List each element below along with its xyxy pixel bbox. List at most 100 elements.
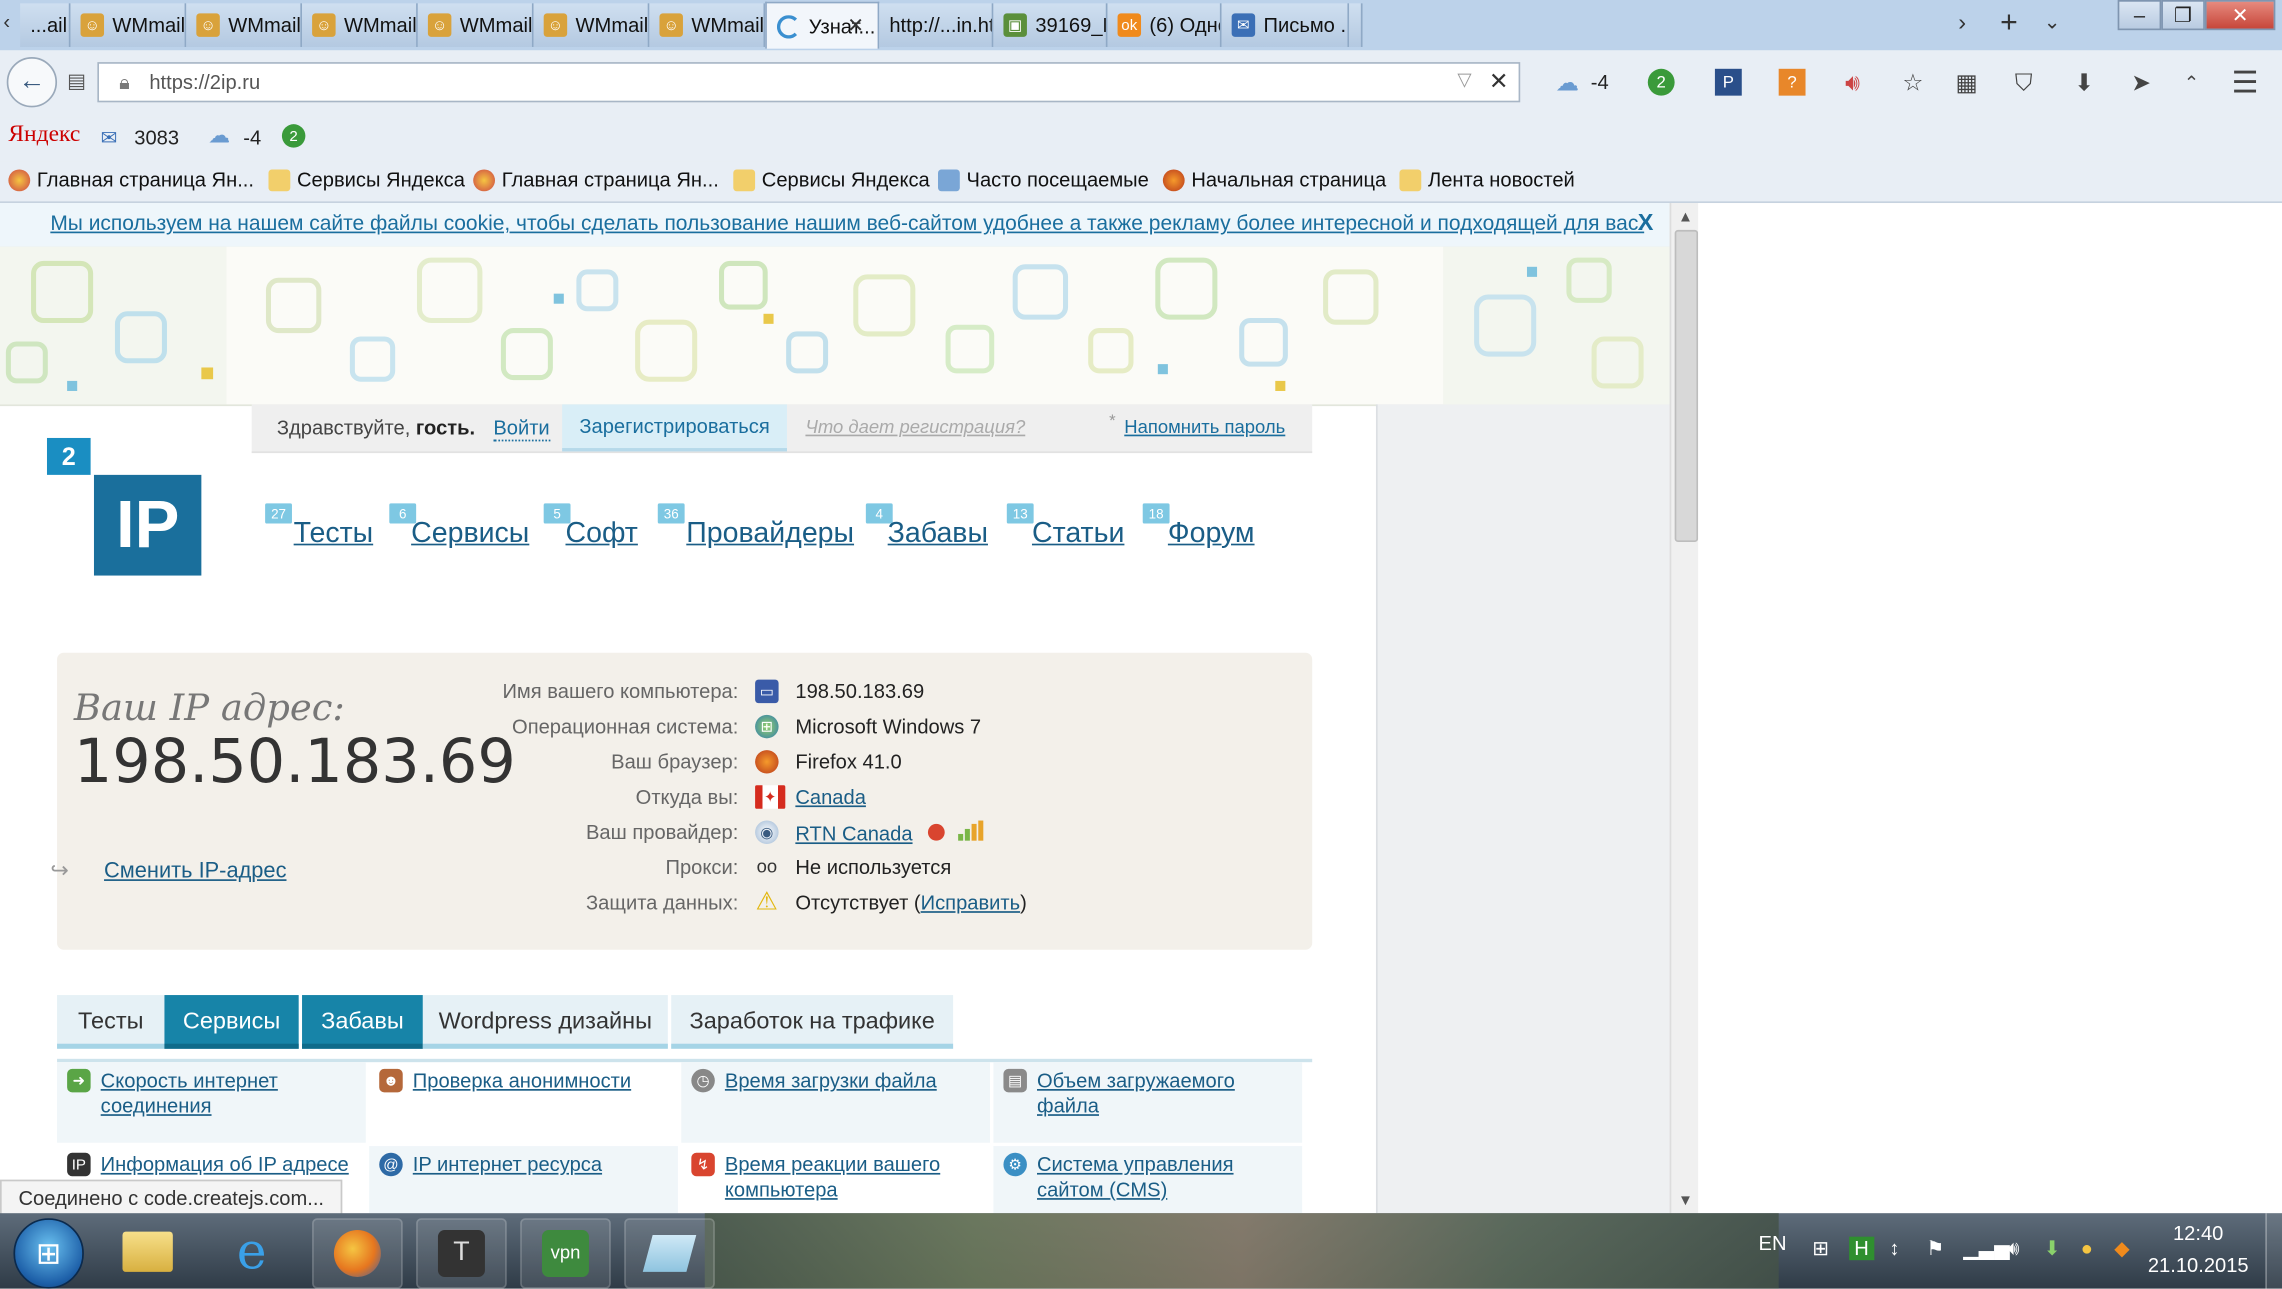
notes-app[interactable] (624, 1218, 715, 1289)
reading-list-icon[interactable]: ▦ (1950, 65, 1984, 99)
tab-wordpress[interactable]: Wordpress дизайны (422, 995, 668, 1049)
bookmark-star-icon[interactable]: ☆ (1896, 65, 1930, 99)
show-desktop-button[interactable] (2265, 1213, 2282, 1289)
bookmark-item[interactable]: Сервисы Яндекса (268, 168, 465, 191)
bookmark-item[interactable]: Главная страница Ян... (473, 168, 719, 191)
game-app[interactable]: T (416, 1218, 507, 1289)
close-tab-icon[interactable]: ✕ (847, 13, 864, 36)
bookmark-item[interactable]: Часто посещаемые (938, 168, 1149, 191)
language-indicator[interactable]: EN (1759, 1232, 1787, 1255)
bookmark-item[interactable]: Сервисы Яндекса (733, 168, 930, 191)
menu-icon[interactable]: ☰ (2228, 65, 2262, 99)
scroll-down-icon[interactable]: ▼ (1671, 1186, 1700, 1213)
close-window-button[interactable]: ✕ (2204, 0, 2276, 31)
cookie-close-button[interactable]: X (1638, 208, 1654, 235)
yandex-tray-icon[interactable]: ● (2081, 1237, 2093, 1260)
clock-date[interactable]: 21.10.2015 (2148, 1253, 2249, 1276)
nav-services[interactable]: Сервисы (411, 517, 529, 551)
status-ok-icon[interactable]: 2 (1644, 65, 1678, 99)
nav-fun[interactable]: Забавы (888, 517, 988, 551)
back-button[interactable]: ← (6, 57, 58, 108)
start-button[interactable]: ⊞ (13, 1218, 84, 1289)
country-link[interactable]: Canada (795, 785, 866, 808)
tab-scroll-right-icon[interactable]: › (1958, 8, 1966, 35)
remind-password-link[interactable]: Напомнить пароль (1124, 418, 1285, 438)
signal-icon[interactable]: ▁▃▅ (1963, 1237, 2009, 1260)
network-activity-icon[interactable]: ↕ (1889, 1237, 1899, 1260)
signal-bars-icon[interactable] (957, 820, 983, 841)
extension-orange-icon[interactable]: ? (1775, 65, 1809, 99)
bookmark-item[interactable]: Начальная страница (1162, 168, 1386, 191)
ie-app[interactable]: e (208, 1218, 295, 1285)
login-link[interactable]: Войти (493, 416, 550, 442)
firefox-app[interactable] (312, 1218, 403, 1289)
nav-articles[interactable]: Статьи (1032, 517, 1124, 551)
windows-flag-icon[interactable]: ⊞ (1812, 1237, 1829, 1260)
nav-soft[interactable]: Софт (565, 517, 637, 551)
url-bar[interactable]: 🔒︎ https://2ip.ru ▽ ✕ (97, 62, 1521, 103)
browser-tab[interactable]: http://...in.html (879, 3, 994, 47)
tray-app-icon[interactable]: ◆ (2114, 1237, 2129, 1260)
nav-providers[interactable]: Провайдеры (686, 517, 854, 551)
service-item[interactable]: ☻ Проверка анонимности (369, 1062, 678, 1143)
page-info-icon[interactable]: ▤ (67, 69, 86, 92)
security-icon[interactable]: ⬇ (2044, 1237, 2061, 1260)
browser-tab[interactable]: ☺ WMmail... (533, 3, 650, 47)
browser-tab[interactable]: ☺ WMmail... (302, 3, 418, 47)
download-icon[interactable]: ⬇ (2067, 65, 2101, 99)
scroll-thumb[interactable] (1674, 229, 1699, 542)
stop-icon[interactable]: ✕ (1489, 67, 1509, 96)
browser-tab-active[interactable]: Узнат... ✕ (765, 1, 880, 49)
restore-button[interactable]: ❐ (2161, 0, 2205, 31)
parking-icon[interactable]: P (1712, 65, 1746, 99)
service-item[interactable]: ➜ Скорость интернет соединения (57, 1062, 366, 1143)
chevron-up-icon[interactable]: ⌃ (2175, 65, 2209, 99)
nav-forum[interactable]: Форум (1168, 517, 1255, 551)
tab-list-icon[interactable]: ⌄ (2044, 10, 2061, 33)
url-history-dropdown-icon[interactable]: ▽ (1457, 69, 1471, 90)
mail-icon[interactable]: ✉ (101, 126, 118, 149)
browser-tab[interactable]: ok (6) Одно... (1107, 3, 1222, 47)
tab-fun[interactable]: Забавы (302, 995, 423, 1049)
vertical-scrollbar[interactable]: ▲ ▼ (1669, 203, 1700, 1214)
tab-scroll-left[interactable]: ‹ (3, 10, 10, 33)
tab-traffic[interactable]: Заработок на трафике (671, 995, 954, 1049)
service-item[interactable]: ◷ Время загрузки файла (681, 1062, 991, 1143)
browser-tab[interactable] (1349, 3, 1363, 47)
speaker-icon[interactable]: 🔊︎ (1836, 65, 1870, 99)
new-tab-icon[interactable]: + (2000, 5, 2018, 40)
browser-tab[interactable]: ☺ WMmail... (186, 3, 303, 47)
tab-services[interactable]: Сервисы (164, 995, 299, 1049)
cookie-banner-text[interactable]: Мы используем на нашем сайте файлы cooki… (50, 211, 1644, 234)
provider-link[interactable]: RTN Canada (795, 822, 912, 845)
status-ok-icon[interactable]: 2 (281, 124, 306, 148)
browser-tab[interactable]: ▣ 39169_Be... (993, 3, 1108, 47)
volume-icon[interactable]: 🔊︎ (2007, 1237, 2020, 1262)
browser-tab[interactable]: ☺ WMmail... (417, 3, 534, 47)
browser-tab[interactable]: ☺ WMmail... (649, 3, 766, 47)
weather-icon[interactable]: ☁ (208, 122, 230, 149)
h-app-icon[interactable]: H (1849, 1236, 1874, 1261)
weather-icon[interactable]: ☁ (1550, 65, 1584, 99)
pocket-icon[interactable]: ⛉ (2007, 65, 2041, 99)
provider-badge-icon[interactable] (928, 823, 946, 841)
site-logo[interactable]: 2 IP (46, 437, 202, 576)
yandex-logo[interactable]: Яндекс (8, 122, 80, 149)
clock-time[interactable]: 12:40 (2156, 1222, 2240, 1245)
fix-link[interactable]: Исправить (921, 891, 1021, 914)
register-button[interactable]: Зарегистрироваться (562, 404, 787, 452)
browser-tab[interactable]: ☺ WMmail... (70, 3, 187, 47)
minimize-button[interactable]: – (2117, 0, 2162, 31)
browser-tab[interactable]: ...ail... (20, 3, 71, 47)
vpn-app[interactable]: vpn (520, 1218, 611, 1289)
browser-tab[interactable]: ✉ Письмо ... (1221, 3, 1350, 47)
scroll-up-icon[interactable]: ▲ (1671, 203, 1700, 230)
nav-tests[interactable]: Тесты (294, 517, 374, 551)
registration-info-link[interactable]: Что дает регистрация? (805, 418, 1025, 438)
bookmark-item[interactable]: Лента новостей (1399, 168, 1575, 191)
bookmark-item[interactable]: Главная страница Ян... (8, 168, 254, 191)
send-icon[interactable]: ➤ (2124, 65, 2158, 99)
tab-tests[interactable]: Тесты (57, 995, 165, 1049)
explorer-app[interactable] (104, 1218, 191, 1285)
action-center-flag-icon[interactable]: ⚑ (1926, 1237, 1944, 1260)
